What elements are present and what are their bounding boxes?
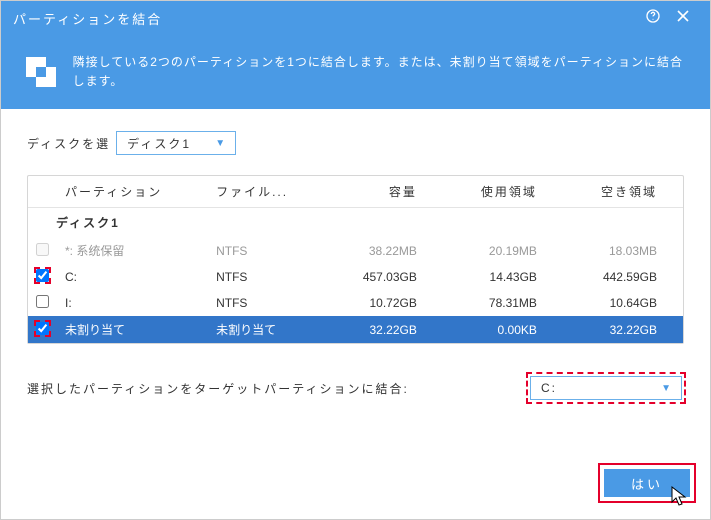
col-partition: パーティション: [57, 176, 208, 208]
cell-size: 38.22MB: [325, 237, 442, 264]
cell-used: 14.43GB: [443, 264, 563, 290]
disk-select-label: ディスクを選: [27, 135, 110, 152]
disk-select[interactable]: ディスク1 ▼: [116, 131, 236, 155]
row-checkbox[interactable]: [36, 295, 49, 308]
cell-fs: NTFS: [208, 290, 325, 316]
help-icon[interactable]: [638, 8, 668, 28]
cell-size: 10.72GB: [325, 290, 442, 316]
cell-used: 20.19MB: [443, 237, 563, 264]
row-checkbox: [36, 243, 49, 256]
col-size: 容量: [325, 176, 442, 208]
target-select[interactable]: C: ▼: [530, 376, 682, 400]
chevron-down-icon: ▼: [215, 138, 227, 149]
target-label: 選択したパーティションをターゲットパーティションに結合:: [27, 380, 409, 397]
col-used: 使用領域: [443, 176, 563, 208]
cell-free: 32.22GB: [563, 316, 683, 343]
cell-name: C:: [57, 264, 208, 290]
cell-name: *: 系统保留: [57, 237, 208, 264]
cell-fs: 未割り当て: [208, 316, 325, 343]
col-fs: ファイル...: [208, 176, 325, 208]
cell-used: 0.00KB: [443, 316, 563, 343]
ok-button[interactable]: はい: [604, 469, 690, 497]
disk-select-value: ディスク1: [127, 135, 191, 152]
target-select-value: C:: [541, 381, 557, 395]
table-row[interactable]: 未割り当て未割り当て32.22GB0.00KB32.22GB: [28, 316, 683, 343]
cell-fs: NTFS: [208, 237, 325, 264]
cell-free: 442.59GB: [563, 264, 683, 290]
cell-name: 未割り当て: [57, 316, 208, 343]
chevron-down-icon: ▼: [661, 383, 673, 394]
cell-used: 78.31MB: [443, 290, 563, 316]
banner-text: 隣接している2つのパーティションを1つに結合します。または、未割り当て領域をパー…: [73, 53, 692, 91]
table-row[interactable]: C:NTFS457.03GB14.43GB442.59GB: [28, 264, 683, 290]
col-free: 空き領域: [563, 176, 683, 208]
merge-icon: [23, 53, 59, 91]
partition-table: パーティション ファイル... 容量 使用領域 空き領域 ディスク1 *: 系统…: [28, 176, 683, 343]
dialog-title: パーティションを結合: [13, 9, 638, 28]
cell-name: I:: [57, 290, 208, 316]
row-checkbox[interactable]: [36, 322, 49, 335]
close-icon[interactable]: [668, 9, 698, 27]
cell-size: 32.22GB: [325, 316, 442, 343]
cell-size: 457.03GB: [325, 264, 442, 290]
cell-free: 18.03MB: [563, 237, 683, 264]
row-checkbox[interactable]: [36, 269, 49, 282]
disk-group-header: ディスク1: [28, 208, 683, 238]
table-row[interactable]: I:NTFS10.72GB78.31MB10.64GB: [28, 290, 683, 316]
table-row[interactable]: *: 系统保留NTFS38.22MB20.19MB18.03MB: [28, 237, 683, 264]
cell-fs: NTFS: [208, 264, 325, 290]
cell-free: 10.64GB: [563, 290, 683, 316]
